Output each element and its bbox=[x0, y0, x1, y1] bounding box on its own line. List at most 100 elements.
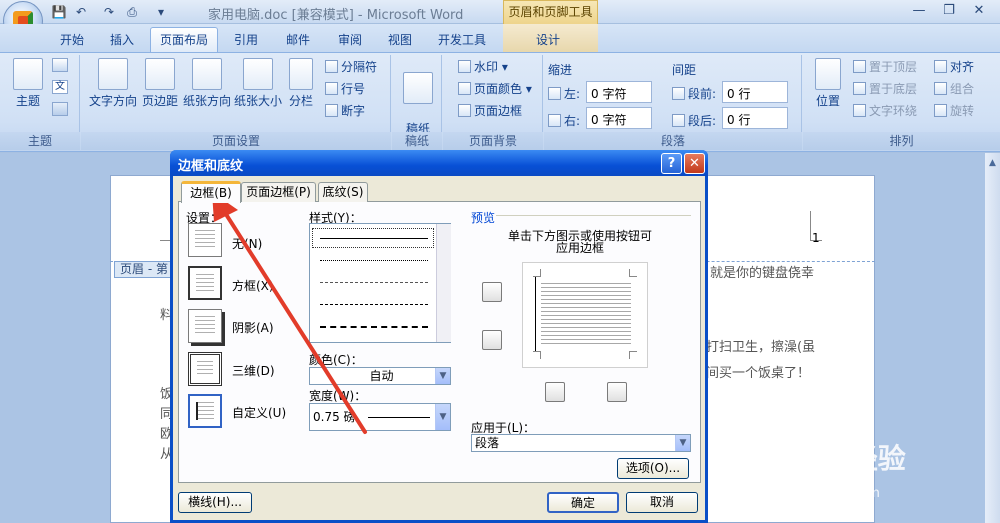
setting-box-icon[interactable] bbox=[188, 266, 222, 300]
style-option-dashed[interactable] bbox=[320, 304, 428, 305]
style-option-solid[interactable] bbox=[320, 238, 428, 239]
preview-corner bbox=[533, 269, 541, 277]
manuscript-icon bbox=[403, 72, 433, 104]
chevron-down-icon[interactable]: ▼ bbox=[675, 435, 690, 451]
tab-review[interactable]: 审阅 bbox=[330, 30, 370, 52]
border-right-button[interactable] bbox=[607, 382, 627, 402]
setting-none-icon[interactable] bbox=[188, 223, 222, 257]
send-back-button[interactable]: 置于底层 bbox=[853, 80, 917, 97]
maximize-icon[interactable]: ❐ bbox=[935, 2, 963, 20]
tab-view[interactable]: 视图 bbox=[380, 30, 420, 52]
dialog-tab-borders[interactable]: 边框(B) bbox=[181, 181, 241, 203]
group-objects-button[interactable]: 组合 bbox=[934, 80, 974, 97]
cancel-button[interactable]: 取消 bbox=[626, 492, 698, 513]
page-borders-button[interactable]: 页面边框 bbox=[458, 102, 522, 119]
style-list[interactable] bbox=[309, 223, 451, 343]
size-button[interactable]: 纸张大小 bbox=[233, 58, 283, 109]
breaks-button[interactable]: 分隔符 bbox=[325, 58, 377, 75]
setting-none-label[interactable]: 无(N) bbox=[232, 235, 262, 252]
dialog-help-button[interactable]: ? bbox=[661, 153, 682, 174]
theme-effects-icon[interactable] bbox=[52, 102, 68, 116]
tab-insert[interactable]: 插入 bbox=[102, 30, 142, 52]
line-numbers-button[interactable]: 行号 bbox=[325, 80, 365, 97]
bring-front-button[interactable]: 置于顶层 bbox=[853, 58, 917, 75]
align-button[interactable]: 对齐 bbox=[934, 58, 974, 75]
tab-design[interactable]: 设计 bbox=[528, 30, 568, 52]
theme-fonts-icon[interactable]: 文 bbox=[52, 80, 68, 94]
margins-button[interactable]: 页边距 bbox=[140, 58, 180, 109]
tab-home[interactable]: 开始 bbox=[52, 30, 92, 52]
dialog-tab-page-border[interactable]: 页面边框(P) bbox=[241, 182, 316, 202]
text-direction-button[interactable]: 文字方向 bbox=[86, 58, 140, 109]
customize-qat-icon[interactable]: ▾ bbox=[152, 4, 170, 20]
dialog-tab-shading[interactable]: 底纹(S) bbox=[318, 182, 368, 202]
group-label-page-background: 页面背景 bbox=[443, 132, 543, 150]
setting-custom-icon[interactable] bbox=[188, 394, 222, 428]
chevron-down-icon[interactable]: ▼ bbox=[435, 404, 450, 430]
spacing-after-icon bbox=[672, 114, 685, 127]
setting-3d-label[interactable]: 三维(D) bbox=[232, 362, 275, 379]
style-option-dash-dot[interactable] bbox=[320, 326, 428, 328]
watermark-icon bbox=[458, 60, 471, 73]
group-label-arrange: 排列 bbox=[803, 132, 1000, 150]
columns-button[interactable]: 分栏 bbox=[286, 58, 316, 109]
chevron-down-icon[interactable]: ▼ bbox=[435, 368, 450, 384]
position-button[interactable]: 位置 bbox=[812, 58, 844, 109]
style-option-dashed-small[interactable] bbox=[320, 282, 428, 283]
print-preview-icon[interactable]: ⎙ bbox=[123, 4, 141, 20]
setting-shadow-icon[interactable] bbox=[188, 309, 222, 343]
document-text-line: 就是你的键盘侥幸 bbox=[710, 266, 815, 281]
setting-custom-label[interactable]: 自定义(U) bbox=[232, 404, 286, 421]
scroll-up-icon[interactable]: ▲ bbox=[985, 158, 1000, 172]
preview-hint-2: 应用边框 bbox=[555, 241, 604, 255]
page-color-button[interactable]: 页面颜色 ▾ bbox=[458, 80, 532, 97]
width-select[interactable]: 0.75 磅 ▼ bbox=[309, 403, 451, 431]
spacing-after-input[interactable]: 0 行 bbox=[722, 107, 788, 129]
setting-box-label[interactable]: 方框(X) bbox=[232, 277, 274, 294]
minimize-icon[interactable]: — bbox=[905, 2, 933, 20]
horizontal-line-button[interactable]: 横线(H)... bbox=[178, 492, 252, 513]
indent-left-input[interactable]: 0 字符 bbox=[586, 81, 652, 103]
preview-corner bbox=[533, 351, 541, 359]
style-option-dotted[interactable] bbox=[320, 260, 428, 261]
text-direction-icon bbox=[98, 58, 128, 90]
ok-button[interactable]: 确定 bbox=[547, 492, 619, 513]
indent-left-label: 左: bbox=[548, 85, 580, 102]
theme-button[interactable]: 主题 bbox=[8, 58, 48, 109]
color-select[interactable]: 自动 ▼ bbox=[309, 367, 451, 385]
redo-icon[interactable]: ↷ bbox=[100, 4, 118, 20]
orientation-button[interactable]: 纸张方向 bbox=[181, 58, 233, 109]
options-button[interactable]: 选项(O)... bbox=[617, 458, 689, 479]
dialog-close-button[interactable]: ✕ bbox=[684, 153, 705, 174]
spacing-after-label: 段后: bbox=[672, 112, 716, 129]
preview-divider bbox=[496, 215, 691, 216]
border-inside-horizontal-button[interactable] bbox=[482, 330, 502, 350]
setting-3d-icon[interactable] bbox=[188, 352, 222, 386]
indent-right-icon bbox=[548, 114, 561, 127]
watermark-button[interactable]: 水印 ▾ bbox=[458, 58, 508, 75]
tab-mailings[interactable]: 邮件 bbox=[278, 30, 318, 52]
spacing-before-input[interactable]: 0 行 bbox=[722, 81, 788, 103]
border-top-button[interactable] bbox=[482, 282, 502, 302]
theme-icon bbox=[13, 58, 43, 90]
setting-shadow-label[interactable]: 阴影(A) bbox=[232, 319, 274, 336]
border-left-button[interactable] bbox=[545, 382, 565, 402]
rotate-button[interactable]: 旋转 bbox=[934, 102, 974, 119]
close-window-icon[interactable]: ✕ bbox=[965, 2, 993, 20]
theme-colors-icon[interactable] bbox=[52, 58, 68, 72]
apply-to-select[interactable]: 段落 ▼ bbox=[471, 434, 691, 452]
style-list-scrollbar[interactable] bbox=[436, 224, 451, 342]
text-wrap-button[interactable]: 文字环绕 bbox=[853, 102, 917, 119]
indent-right-input[interactable]: 0 字符 bbox=[586, 107, 652, 129]
tab-page-layout[interactable]: 页面布局 bbox=[154, 30, 214, 52]
tab-references[interactable]: 引用 bbox=[226, 30, 266, 52]
tab-developer[interactable]: 开发工具 bbox=[432, 30, 492, 52]
undo-icon[interactable]: ↶ bbox=[72, 4, 90, 20]
send-back-icon bbox=[853, 82, 866, 95]
hyphenation-button[interactable]: 断字 bbox=[325, 102, 365, 119]
save-icon[interactable]: 💾 bbox=[50, 4, 68, 20]
dialog-title-bar[interactable] bbox=[170, 150, 708, 176]
line-numbers-icon bbox=[325, 82, 338, 95]
preview-area[interactable] bbox=[522, 262, 648, 368]
vertical-scrollbar[interactable] bbox=[985, 153, 1000, 523]
